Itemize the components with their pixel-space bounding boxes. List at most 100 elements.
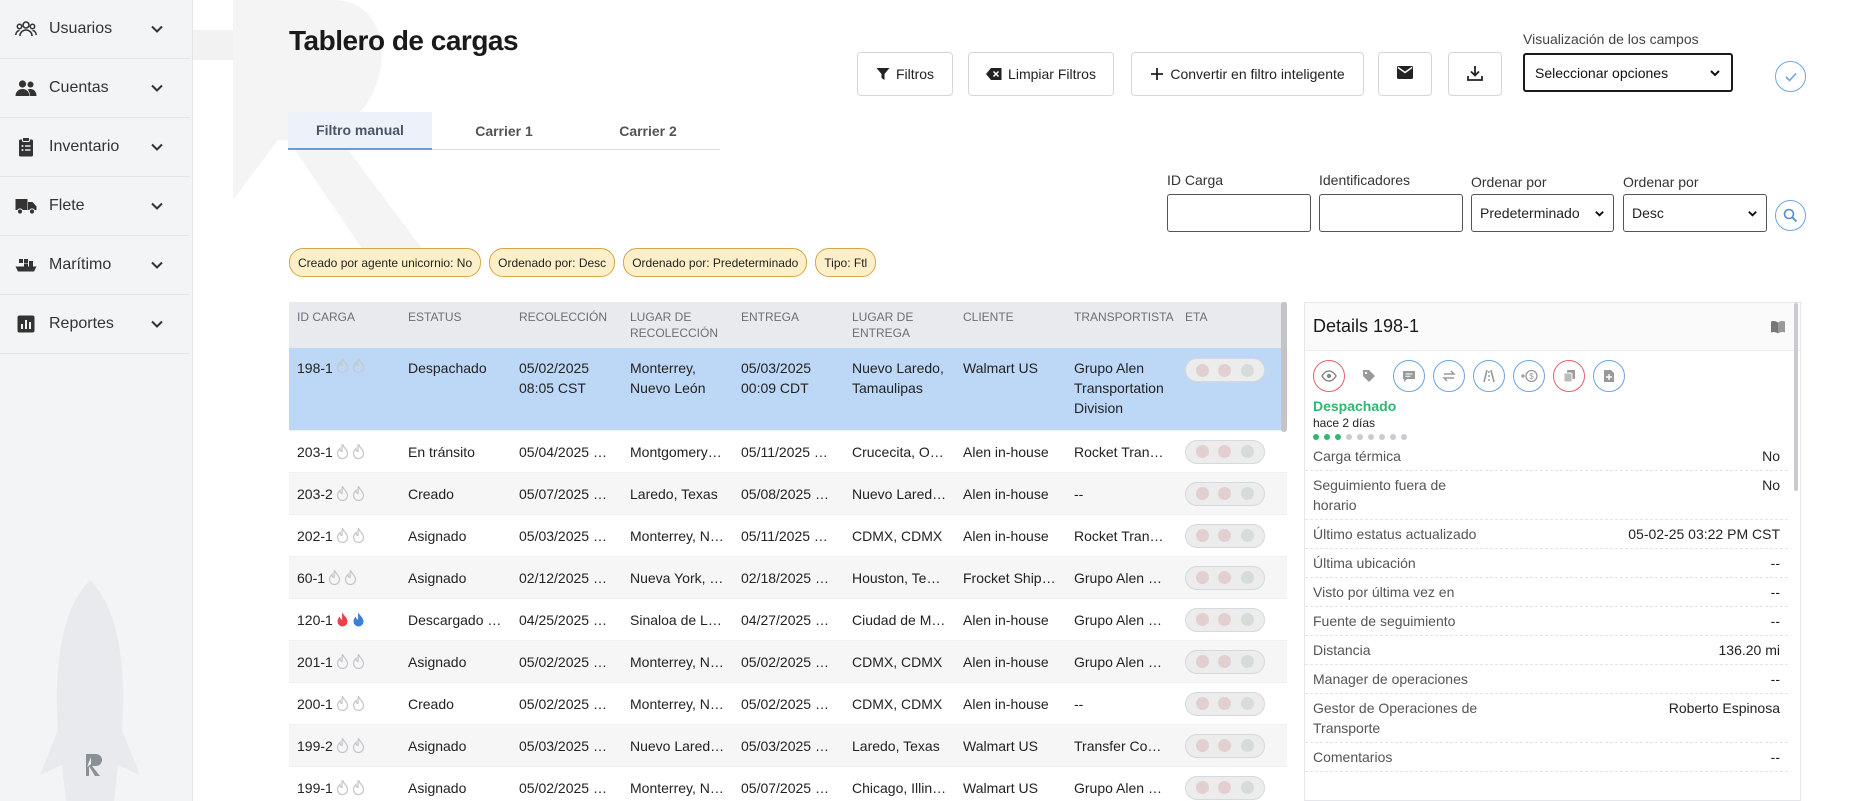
clear-filters-button[interactable]: Limpiar Filtros [968,52,1114,96]
sidebar-item-cuentas[interactable]: Cuentas [0,59,190,118]
sidebar-item-inventario[interactable]: Inventario [0,118,190,177]
cell-status: Creado [408,485,454,502]
detail-row: Seguimiento fuera de horario No [1305,471,1788,520]
sidebar-item-usuarios[interactable]: Usuarios [0,0,190,59]
column-header[interactable]: RECOLECCIÓN [511,302,622,348]
eta-indicator[interactable] [1185,523,1265,548]
table-row[interactable]: 202-1 Asignado 05/03/2025 … Monterrey, N… 05… [289,515,1287,557]
flame-hot-icon[interactable] [336,612,349,627]
flame-icon[interactable] [336,780,349,795]
flame-icon[interactable] [336,358,349,373]
download-button[interactable] [1448,52,1502,96]
cell-delivery: 04/27/2025 … [741,611,829,628]
flame-icon[interactable] [352,358,365,373]
table-row[interactable]: 200-1 Creado 05/02/2025 … Monterrey, N… 05/0… [289,683,1287,725]
filter-chip[interactable]: Ordenado por: Desc [489,248,616,277]
cell-eta [1177,431,1287,472]
eta-indicator[interactable] [1185,481,1265,506]
flame-cold-icon[interactable] [352,612,365,627]
flame-icon[interactable] [352,696,365,711]
add-cost-button[interactable]: $ [1513,360,1545,392]
tab-carrier-2[interactable]: Carrier 2 [576,112,720,150]
eta-dot [1241,781,1255,794]
tab-filtro-manual[interactable]: Filtro manual [288,112,432,150]
eta-indicator[interactable] [1185,607,1265,632]
table-row[interactable]: 60-1 Asignado 02/12/2025 … Nueva York, … 02/… [289,557,1287,599]
smart-filter-button[interactable]: Convertir en filtro inteligente [1131,52,1364,96]
flame-icon[interactable] [336,654,349,669]
flame-icon[interactable] [328,570,341,585]
table-row[interactable]: 203-2 Creado 05/07/2025 … Laredo, Texas 05/0… [289,473,1287,515]
column-header[interactable]: ENTREGA [733,302,844,348]
table-row[interactable]: 203-1 En tránsito 05/04/2025 … Montgomery… 0… [289,431,1287,473]
flame-icon[interactable] [352,654,365,669]
sidebar-item-reportes[interactable]: Reportes [0,295,190,354]
table-row[interactable]: 201-1 Asignado 05/02/2025 … Monterrey, N… 05… [289,641,1287,683]
visualization-select[interactable]: Seleccionar opciones [1523,53,1733,92]
view-button[interactable] [1313,360,1345,392]
apply-visualization-button[interactable] [1775,61,1806,92]
table-row[interactable]: 198-1 Despachado 05/02/2025 08:05 CST Monte… [289,348,1287,431]
filters-button[interactable]: Filtros [857,52,953,96]
stops-button[interactable] [1473,360,1505,392]
details-scrollbar[interactable] [1794,303,1798,491]
flame-icon[interactable] [336,444,349,459]
eta-indicator[interactable] [1185,733,1265,758]
identifiers-input[interactable] [1319,194,1463,232]
flame-icon[interactable] [336,738,349,753]
flame-icon[interactable] [352,444,365,459]
eta-dot [1218,571,1232,584]
sidebar-item-flete[interactable]: Flete [0,177,190,236]
flame-icon[interactable] [352,738,365,753]
cell-pickup-place: Nuevo Lared… [630,737,725,754]
flame-icon[interactable] [336,486,349,501]
flame-icon[interactable] [344,570,357,585]
eta-indicator[interactable] [1185,775,1265,800]
flame-icon[interactable] [352,528,365,543]
book-icon[interactable] [1770,320,1786,334]
column-header[interactable]: ID CARGA [289,302,400,348]
copy-button[interactable] [1553,360,1585,392]
table-scrollbar[interactable] [1281,302,1287,432]
sidebar-item-label: Reportes [49,315,114,332]
cell-delivery: 05/02/2025 … [741,653,829,670]
transfer-button[interactable] [1433,360,1465,392]
eta-indicator[interactable] [1185,649,1265,674]
cell-client: Alen in-house [963,485,1049,502]
filter-chip[interactable]: Tipo: Ftl [815,248,877,277]
column-header[interactable]: ETA [1177,302,1287,348]
eta-dot [1218,613,1232,626]
tag-button[interactable] [1353,360,1385,392]
column-header[interactable]: LUGAR DE RECOLECCIÓN [622,302,733,348]
progress-dot [1335,434,1341,440]
column-header[interactable]: TRANSPORTISTA [1066,302,1177,348]
eta-indicator[interactable] [1185,358,1265,382]
eta-indicator[interactable] [1185,439,1265,464]
flame-icon[interactable] [336,696,349,711]
eta-dot [1241,571,1255,584]
column-header[interactable]: LUGAR DE ENTREGA [844,302,955,348]
eta-indicator[interactable] [1185,565,1265,590]
column-header[interactable]: CLIENTE [955,302,1066,348]
add-document-button[interactable] [1593,360,1625,392]
flame-icon[interactable] [352,780,365,795]
tab-carrier-1[interactable]: Carrier 1 [432,112,576,150]
order-by-select[interactable]: Predeterminado [1471,194,1614,232]
filter-chip[interactable]: Creado por agente unicornio: No [289,248,482,277]
sidebar-item-maritimo[interactable]: Marítimo [0,236,190,295]
email-button[interactable] [1378,52,1432,96]
search-button[interactable] [1775,200,1806,231]
table-row[interactable]: 199-1 Asignado 05/02/2025 … Monterrey, N… 05… [289,767,1287,801]
cell-eta [1177,599,1287,640]
filter-chip[interactable]: Ordenado por: Predeterminado [623,248,808,277]
order-direction-select[interactable]: Desc [1623,194,1767,232]
flame-icon[interactable] [336,528,349,543]
id-carga-input[interactable] [1167,194,1311,232]
cell-delivery-place: CDMX, CDMX [852,653,943,670]
flame-icon[interactable] [352,486,365,501]
table-row[interactable]: 120-1 Descargado … 04/25/2025 … Sinaloa de … [289,599,1287,641]
eta-indicator[interactable] [1185,691,1265,716]
comment-button[interactable] [1393,360,1425,392]
column-header[interactable]: ESTATUS [400,302,511,348]
table-row[interactable]: 199-2 Asignado 05/03/2025 … Nuevo Lared… 05/… [289,725,1287,767]
